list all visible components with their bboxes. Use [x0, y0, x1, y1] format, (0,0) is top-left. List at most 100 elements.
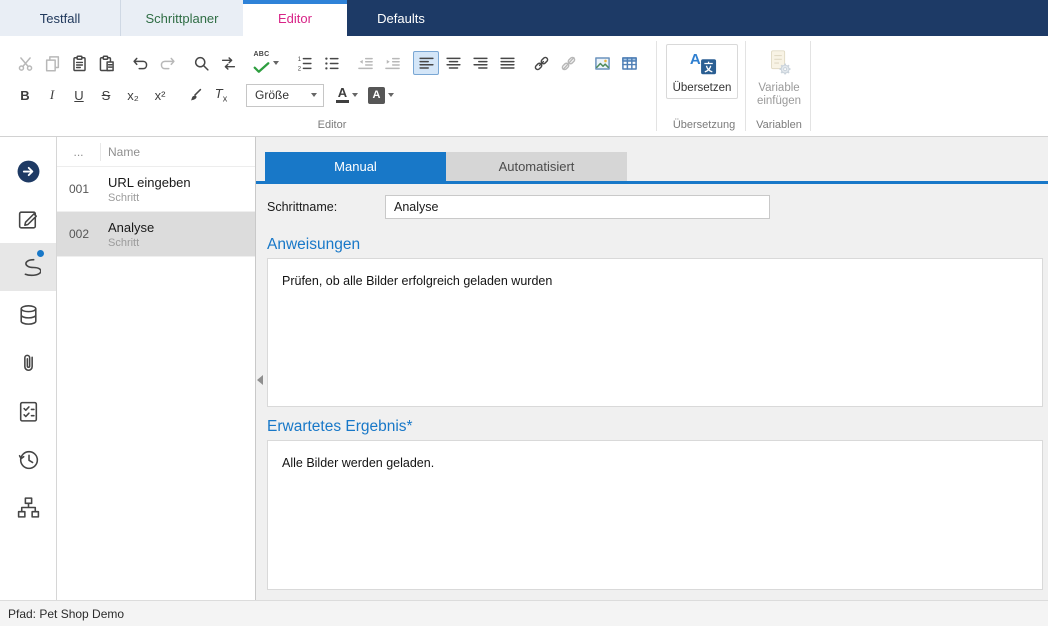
step-type: Schritt: [108, 237, 154, 249]
step-number: 002: [57, 227, 101, 241]
replace-icon[interactable]: [215, 51, 241, 75]
column-header-index: ...: [57, 143, 101, 161]
tab-underline: [256, 181, 1048, 184]
step-name: URL eingeben: [108, 175, 191, 190]
remove-link-icon[interactable]: [555, 51, 581, 75]
superscript-button[interactable]: x²: [147, 83, 173, 107]
bullet-list-icon[interactable]: [318, 51, 344, 75]
insert-image-icon[interactable]: [589, 51, 615, 75]
step-name-label: Schrittname:: [267, 200, 385, 214]
bold-button[interactable]: B: [12, 83, 38, 107]
left-sidebar: [0, 137, 57, 600]
step-list-panel: ... Name 001 URL eingeben Schritt 002 An…: [57, 137, 256, 600]
sidebar-item-steps[interactable]: [0, 243, 56, 291]
search-icon[interactable]: [188, 51, 214, 75]
step-name-input[interactable]: [385, 195, 770, 219]
align-center-icon[interactable]: [440, 51, 466, 75]
expected-result-textarea[interactable]: Alle Bilder werden geladen.: [267, 440, 1043, 590]
translate-button[interactable]: A Übersetzen: [666, 44, 738, 99]
status-path: Pfad: Pet Shop Demo: [8, 607, 124, 621]
navigate-icon: [16, 159, 41, 184]
copy-icon[interactable]: [39, 51, 65, 75]
sidebar-item-structure[interactable]: [0, 483, 56, 531]
svg-text:1: 1: [297, 56, 301, 62]
tab-schrittplaner[interactable]: Schrittplaner: [121, 0, 243, 36]
align-left-icon[interactable]: [413, 51, 439, 75]
sidebar-item-edit[interactable]: [0, 195, 56, 243]
ribbon: ABC 12 B I U S x₂ x²: [0, 36, 1048, 137]
font-size-dropdown-label: Größe: [255, 88, 289, 102]
sidebar-item-navigate[interactable]: [0, 147, 56, 195]
step-list-header: ... Name: [57, 137, 255, 167]
paperclip-icon: [16, 351, 41, 376]
numbered-list-icon[interactable]: 12: [291, 51, 317, 75]
editor-mode-tabs: Manual Automatisiert: [265, 152, 627, 181]
instructions-heading: Anweisungen: [267, 236, 360, 254]
clear-format-button[interactable]: Tx: [208, 83, 234, 107]
chevron-down-icon: [352, 93, 358, 97]
step-row-001[interactable]: 001 URL eingeben Schritt: [57, 167, 255, 212]
ribbon-group-label-variablen: Variablen: [747, 119, 811, 131]
step-name: Analyse: [108, 220, 154, 235]
tab-manual[interactable]: Manual: [265, 152, 446, 181]
instructions-textarea[interactable]: Prüfen, ob alle Bilder erfolgreich gelad…: [267, 258, 1043, 407]
status-bar: Pfad: Pet Shop Demo: [0, 600, 1048, 626]
tab-testfall[interactable]: Testfall: [0, 0, 121, 36]
align-right-icon[interactable]: [467, 51, 493, 75]
hierarchy-icon: [16, 495, 41, 520]
insert-table-icon[interactable]: [616, 51, 642, 75]
step-type: Schritt: [108, 192, 191, 204]
paste-icon[interactable]: [66, 51, 92, 75]
application-window: Testfall Schrittplaner Editor Defaults A…: [0, 0, 1048, 626]
app-tab-bar: Testfall Schrittplaner Editor Defaults: [0, 0, 1048, 36]
translate-icon: A: [687, 48, 717, 78]
expected-result-heading: Erwartetes Ergebnis*: [267, 418, 413, 436]
sidebar-item-history[interactable]: [0, 435, 56, 483]
font-color-button[interactable]: A: [332, 83, 362, 107]
edit-icon: [16, 207, 41, 232]
redo-icon[interactable]: [154, 51, 180, 75]
ribbon-group-label-editor: Editor: [12, 119, 652, 131]
variable-icon: [764, 48, 794, 78]
undo-icon[interactable]: [127, 51, 153, 75]
ribbon-separator: [656, 41, 657, 131]
chevron-down-icon: [388, 93, 394, 97]
insert-variable-button[interactable]: Variableeinfügen: [750, 44, 808, 112]
font-color-swatch: [336, 100, 349, 103]
format-painter-icon[interactable]: [181, 83, 207, 107]
tab-editor[interactable]: Editor: [243, 0, 347, 36]
strikethrough-button[interactable]: S: [93, 83, 119, 107]
increase-indent-icon[interactable]: [379, 51, 405, 75]
checklist-icon: [16, 399, 41, 424]
underline-button[interactable]: U: [66, 83, 92, 107]
tab-automatisiert[interactable]: Automatisiert: [446, 152, 627, 181]
database-icon: [16, 303, 41, 328]
decrease-indent-icon[interactable]: [352, 51, 378, 75]
ribbon-group-label-uebersetzung: Übersetzung: [662, 119, 746, 131]
cut-icon[interactable]: [12, 51, 38, 75]
column-header-name: Name: [101, 145, 140, 159]
ribbon-separator: [745, 41, 746, 131]
spellcheck-icon[interactable]: ABC: [249, 51, 283, 75]
sidebar-item-data[interactable]: [0, 291, 56, 339]
justify-icon[interactable]: [494, 51, 520, 75]
tab-defaults[interactable]: Defaults: [347, 0, 455, 36]
italic-button[interactable]: I: [39, 83, 65, 107]
background-color-button[interactable]: A: [364, 83, 398, 107]
ribbon-separator: [810, 41, 811, 131]
step-number: 001: [57, 182, 101, 196]
step-row-002[interactable]: 002 Analyse Schritt: [57, 212, 255, 257]
chevron-down-icon: [311, 93, 317, 97]
chevron-down-icon: [273, 61, 279, 65]
paste-text-icon[interactable]: [93, 51, 119, 75]
collapse-panel-arrow-icon[interactable]: [257, 375, 263, 385]
svg-text:2: 2: [297, 66, 300, 71]
sidebar-item-attachments[interactable]: [0, 339, 56, 387]
font-size-dropdown[interactable]: Größe: [246, 84, 324, 107]
sidebar-item-checklist[interactable]: [0, 387, 56, 435]
steps-flow-icon: [16, 255, 41, 280]
insert-link-icon[interactable]: [528, 51, 554, 75]
notification-dot: [37, 250, 44, 257]
history-icon: [16, 447, 41, 472]
subscript-button[interactable]: x₂: [120, 83, 146, 107]
